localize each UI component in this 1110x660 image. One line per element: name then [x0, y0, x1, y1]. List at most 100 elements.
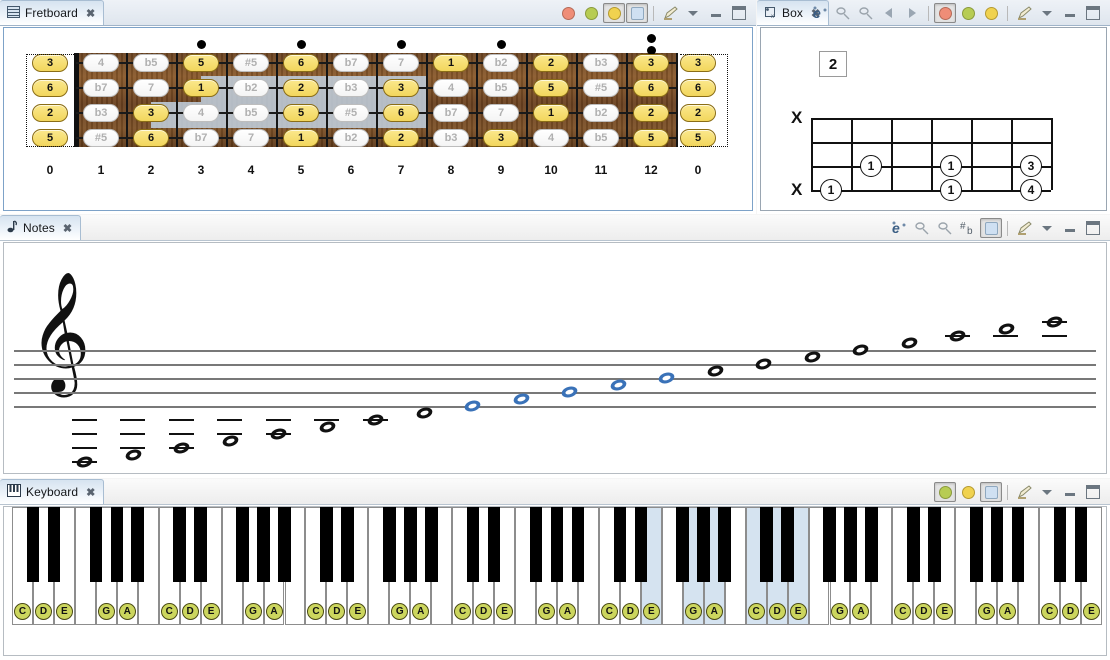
maximize-icon[interactable] [1082, 482, 1104, 502]
note-s2-f2[interactable]: 7 [133, 79, 169, 97]
box-finger-1-2[interactable]: 1 [940, 155, 962, 177]
note-s1-f6[interactable]: b7 [333, 54, 369, 72]
note-s4-f2[interactable]: 6 [133, 129, 169, 147]
black-key-Fsharp-10[interactable] [236, 507, 249, 582]
note-s2-f8[interactable]: 4 [433, 79, 469, 97]
notehead-3-black[interactable] [222, 435, 239, 447]
note-s1-f1[interactable]: 4 [83, 54, 119, 72]
note-s4-f4[interactable]: 7 [233, 129, 269, 147]
prev-arrow-icon[interactable] [878, 3, 900, 23]
edit-icon[interactable]: e [809, 3, 831, 23]
note-s2-f5[interactable]: 2 [283, 79, 319, 97]
notehead-15-black[interactable] [804, 351, 821, 363]
note-s4-f12[interactable]: 5 [633, 129, 669, 147]
black-key-Csharp-7[interactable] [173, 507, 186, 582]
note-s1-f4[interactable]: #5 [233, 54, 269, 72]
note-s4-f1[interactable]: #5 [83, 129, 119, 147]
yellow-dot-button[interactable] [957, 482, 979, 502]
link-icon[interactable] [832, 3, 854, 23]
black-key-Fsharp-17[interactable] [383, 507, 396, 582]
black-key-Asharp-47[interactable] [1011, 507, 1025, 582]
notehead-10-blue[interactable] [561, 386, 578, 398]
chevron-down-icon[interactable] [1036, 3, 1058, 23]
minimize-icon[interactable] [1059, 482, 1081, 502]
note-s4-f5[interactable]: 1 [283, 129, 319, 147]
black-key-Fsharp-38[interactable] [823, 507, 836, 582]
black-key-Csharp-0[interactable] [26, 507, 40, 582]
yellow-dot-button[interactable] [980, 3, 1002, 23]
minimize-icon[interactable] [705, 3, 727, 23]
note-s3-f3[interactable]: 4 [183, 104, 219, 122]
tab-fretboard[interactable]: Fretboard ✖ [0, 0, 105, 25]
unlink-icon[interactable] [934, 218, 956, 238]
box-finger-4-5[interactable]: 4 [1020, 179, 1042, 201]
black-key-Csharp-49[interactable] [1053, 507, 1067, 582]
black-key-Fsharp-3[interactable] [89, 507, 103, 582]
black-key-Csharp-21[interactable] [466, 507, 480, 582]
note-s2-f1[interactable]: b7 [83, 79, 119, 97]
black-key-Asharp-12[interactable] [278, 507, 291, 582]
black-key-Gsharp-18[interactable] [403, 507, 417, 582]
note-s3-f11[interactable]: b2 [583, 104, 619, 122]
blue-square-button[interactable] [626, 3, 648, 23]
black-key-Dsharp-29[interactable] [634, 507, 648, 582]
notehead-1-black[interactable] [125, 449, 142, 461]
notehead-12-blue[interactable] [658, 372, 675, 384]
note-s4-f9[interactable]: 3 [483, 129, 519, 147]
note-s1-f3[interactable]: 5 [183, 54, 219, 72]
close-icon[interactable]: ✖ [86, 486, 95, 499]
black-key-Fsharp-24[interactable] [529, 507, 543, 582]
black-key-Gsharp-46[interactable] [990, 507, 1004, 582]
black-key-Dsharp-1[interactable] [47, 507, 61, 582]
note-s3-f8[interactable]: b7 [433, 104, 469, 122]
green-dot-button[interactable] [957, 3, 979, 23]
note-s3-f7[interactable]: 6 [383, 104, 419, 122]
note-s1-f5[interactable]: 6 [283, 54, 319, 72]
black-key-Asharp-33[interactable] [718, 507, 731, 582]
pencil-icon[interactable] [659, 3, 681, 23]
black-key-Gsharp-32[interactable] [697, 507, 710, 582]
black-key-Csharp-28[interactable] [613, 507, 627, 582]
black-key-Asharp-40[interactable] [865, 507, 878, 582]
note-s4-f11[interactable]: b5 [583, 129, 619, 147]
black-key-Gsharp-39[interactable] [844, 507, 857, 582]
notehead-7-black[interactable] [416, 407, 433, 419]
blue-square-button[interactable] [980, 218, 1002, 238]
red-dot-button[interactable] [557, 3, 579, 23]
maximize-icon[interactable] [728, 3, 750, 23]
black-key-Dsharp-8[interactable] [194, 507, 207, 582]
note-s3-f10[interactable]: 1 [533, 104, 569, 122]
note-s2-f4[interactable]: b2 [233, 79, 269, 97]
note-s3-f1[interactable]: b3 [83, 104, 119, 122]
minimize-icon[interactable] [1059, 3, 1081, 23]
note-s1-f2[interactable]: b5 [133, 54, 169, 72]
note-s3-f9[interactable]: 7 [483, 104, 519, 122]
black-key-Asharp-19[interactable] [424, 507, 438, 582]
fretboard-canvas[interactable]: 3 4 b5 5 #5 6 b7 7 1 b2 2 b3 3 3 6 b7 7 1 b2 2 b3 3 4 b5 5 #5 6 6 2 b… [3, 27, 753, 211]
black-key-Gsharp-25[interactable] [550, 507, 564, 582]
note-s4-f8[interactable]: b3 [433, 129, 469, 147]
minimize-icon[interactable] [1059, 218, 1081, 238]
tab-notes[interactable]: Notes ✖ [0, 215, 82, 240]
note-s3-f4[interactable]: b5 [233, 104, 269, 122]
black-key-Fsharp-45[interactable] [969, 507, 983, 582]
black-key-Dsharp-50[interactable] [1074, 507, 1088, 582]
note-s2-f10[interactable]: 5 [533, 79, 569, 97]
notehead-11-blue[interactable] [610, 379, 627, 391]
note-s2-f3[interactable]: 1 [183, 79, 219, 97]
note-s3-f5[interactable]: 5 [283, 104, 319, 122]
black-key-Dsharp-15[interactable] [341, 507, 354, 582]
note-s1-f12[interactable]: 3 [633, 54, 669, 72]
black-key-Gsharp-11[interactable] [257, 507, 270, 582]
note-s2-f6[interactable]: b3 [333, 79, 369, 97]
red-dot-button[interactable] [934, 3, 956, 23]
close-icon[interactable]: ✖ [63, 222, 72, 235]
box-finger-3-4[interactable]: 3 [1020, 155, 1042, 177]
note-s3-f6[interactable]: #5 [333, 104, 369, 122]
box-finger-1-1[interactable]: 1 [860, 155, 882, 177]
black-key-Csharp-35[interactable] [760, 507, 773, 582]
green-dot-button[interactable] [934, 482, 956, 502]
chevron-down-icon[interactable] [1036, 218, 1058, 238]
note-s2-f9[interactable]: b5 [483, 79, 519, 97]
note-s4-f3[interactable]: b7 [183, 129, 219, 147]
